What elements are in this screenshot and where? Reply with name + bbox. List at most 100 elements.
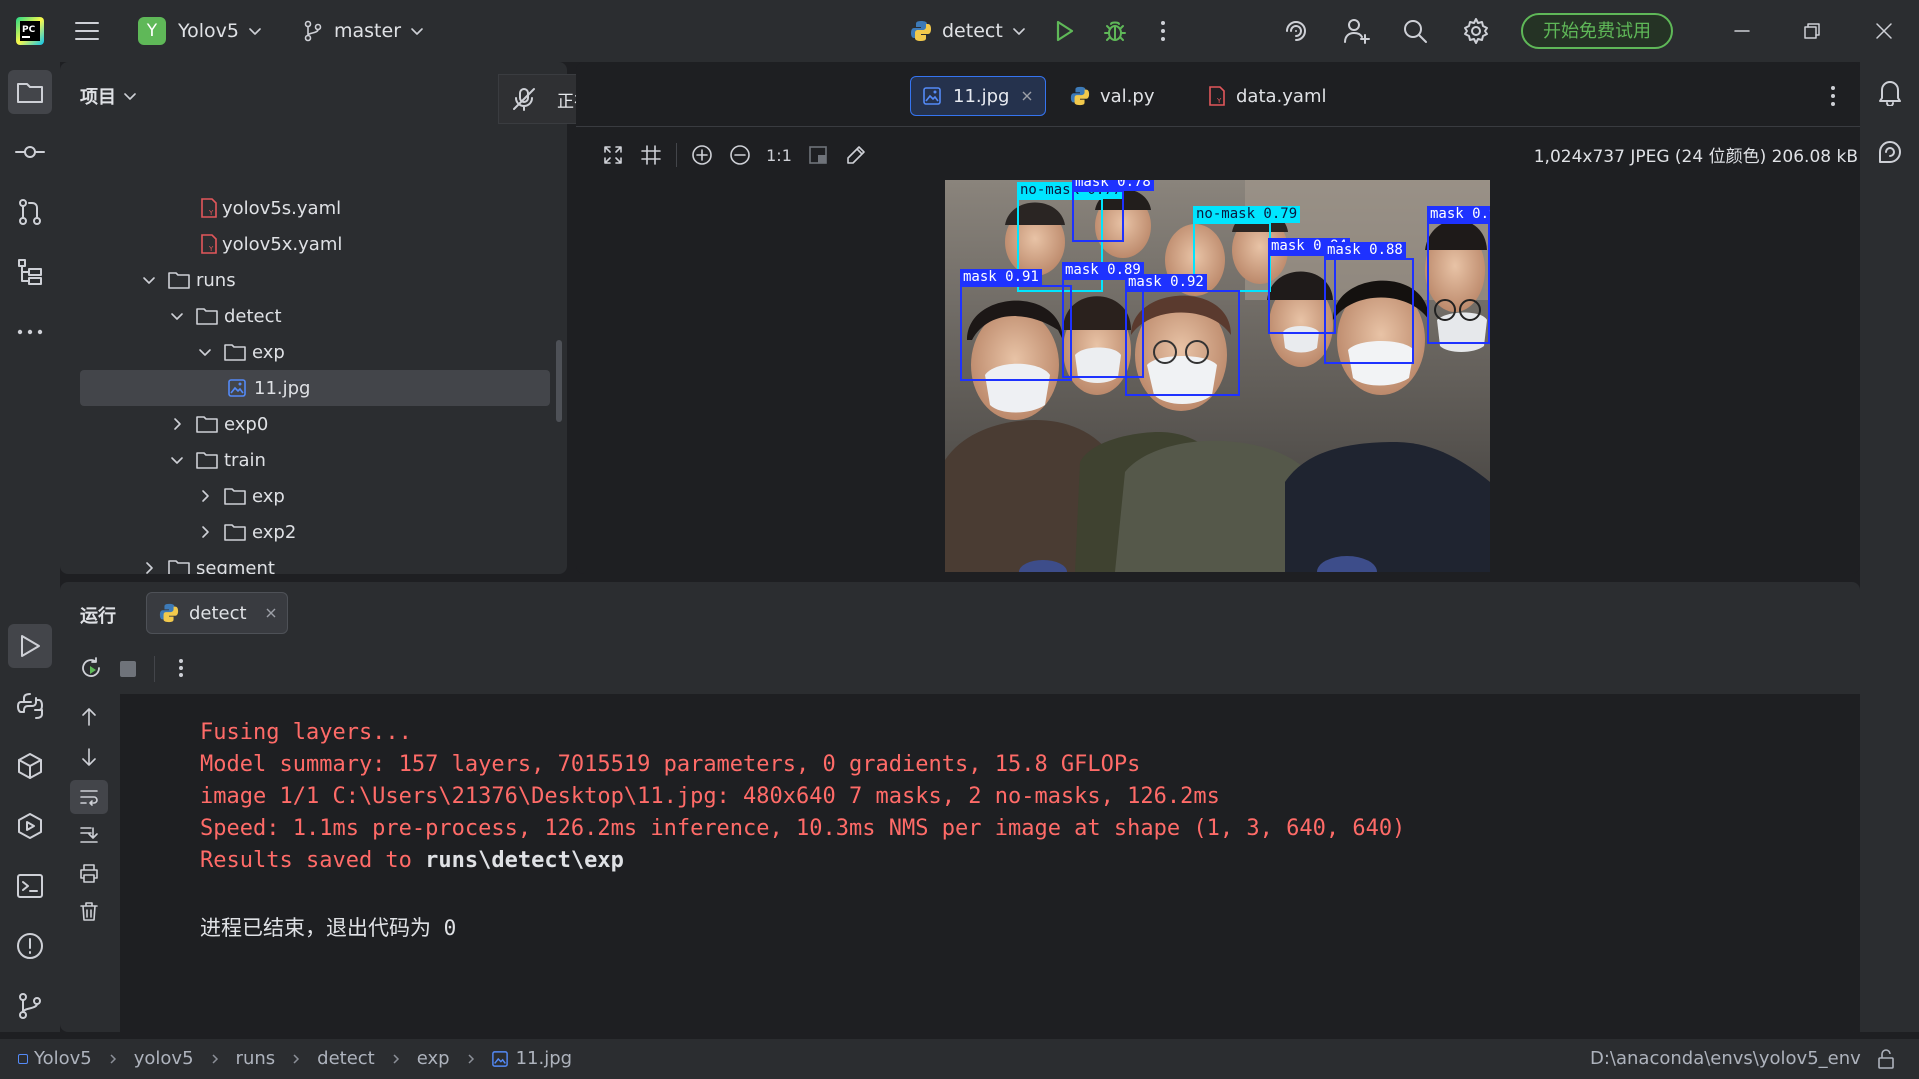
editor-tabs-menu-button[interactable] <box>1828 84 1838 108</box>
background-toggle-button[interactable] <box>799 144 837 166</box>
stop-button[interactable] <box>120 661 136 677</box>
code-with-me-button[interactable] <box>1342 0 1372 62</box>
print-button[interactable] <box>78 862 100 884</box>
tree-item-exp[interactable]: exp <box>60 334 550 370</box>
chevron-right-icon[interactable] <box>196 523 214 541</box>
run-more-button[interactable] <box>176 657 186 679</box>
project-panel: 项目 Yyolov5s.yaml Yyolov5x.yaml runs detect e… <box>60 62 567 574</box>
actual-size-button[interactable]: 1:1 <box>759 146 799 165</box>
problems-tool-button[interactable] <box>8 924 52 968</box>
close-tab-icon[interactable] <box>265 607 277 619</box>
close-tab-icon[interactable] <box>1021 90 1033 102</box>
settings-button[interactable] <box>1462 0 1490 62</box>
commit-tool-button[interactable] <box>8 130 52 174</box>
results-path-link[interactable]: runs\detect\exp <box>425 848 624 873</box>
python-packages-tool-button[interactable] <box>8 744 52 788</box>
breadcrumb-label: 11.jpg <box>515 1048 573 1069</box>
read-only-toggle[interactable] <box>1876 1048 1896 1070</box>
chevron-right-icon[interactable] <box>168 415 186 433</box>
start-trial-label: 开始免费试用 <box>1521 13 1673 49</box>
chevron-right-icon[interactable] <box>196 487 214 505</box>
soft-wrap-button[interactable] <box>70 780 108 814</box>
chevron-right-icon[interactable] <box>140 559 158 574</box>
run-icon <box>21 635 40 657</box>
run-tool-button[interactable] <box>8 624 52 668</box>
chevron-down-icon[interactable] <box>168 307 186 325</box>
grid-toggle-button[interactable] <box>632 144 670 166</box>
scroll-to-end-button[interactable] <box>78 824 100 846</box>
more-tools-button[interactable] <box>8 310 52 354</box>
project-selector[interactable]: Y Yolov5 <box>138 0 263 62</box>
tree-item-exp2[interactable]: exp2 <box>60 514 550 550</box>
ai-assistant-button[interactable] <box>1282 0 1310 62</box>
services-tool-button[interactable] <box>8 804 52 848</box>
pull-requests-tool-button[interactable] <box>8 190 52 234</box>
debug-button[interactable] <box>1102 0 1128 62</box>
rerun-button[interactable] <box>79 656 103 680</box>
notifications-button[interactable] <box>1868 70 1912 114</box>
clear-console-button[interactable] <box>78 900 100 922</box>
restore-icon <box>1804 23 1820 39</box>
minimize-button[interactable] <box>1732 0 1752 62</box>
tree-item-exp0[interactable]: exp0 <box>60 406 550 442</box>
branch-selector[interactable]: master <box>302 0 425 62</box>
close-window-button[interactable] <box>1874 0 1894 62</box>
project-scrollbar[interactable] <box>556 340 562 422</box>
tab-val-py[interactable]: val.py <box>1058 76 1166 116</box>
breadcrumb-item[interactable]: yolov5 <box>134 1048 194 1069</box>
breadcrumb-separator <box>275 1052 317 1066</box>
tree-item-segment[interactable]: segment <box>60 550 550 574</box>
restore-button[interactable] <box>1802 0 1822 62</box>
breadcrumb: Yolov5 yolov5 runs detect exp 11.jpg <box>18 1048 572 1069</box>
color-picker-button[interactable] <box>837 144 875 166</box>
chevron-down-icon[interactable] <box>140 271 158 289</box>
breadcrumb-separator <box>375 1052 417 1066</box>
breadcrumb-item[interactable]: Yolov5 <box>18 1048 92 1069</box>
tab-data-yaml[interactable]: Y data.yaml <box>1196 76 1338 116</box>
tree-item-detect[interactable]: detect <box>60 298 550 334</box>
breadcrumb-item[interactable]: exp <box>417 1048 450 1069</box>
run-button[interactable] <box>1052 0 1076 62</box>
run-tab-detect[interactable]: detect <box>146 592 288 634</box>
ai-chat-button[interactable] <box>1868 130 1912 174</box>
breadcrumb-label: yolov5 <box>133 1048 194 1069</box>
breadcrumb-item[interactable]: 11.jpg <box>491 1048 573 1069</box>
start-trial-button[interactable]: 开始免费试用 <box>1521 0 1673 62</box>
tab-11-jpg[interactable]: 11.jpg <box>910 76 1047 116</box>
more-actions-button[interactable] <box>1158 0 1168 62</box>
structure-tool-button[interactable] <box>8 250 52 294</box>
detection-label: mask 0.91 <box>960 269 1042 286</box>
zoom-in-button[interactable] <box>683 144 721 166</box>
folder-icon <box>196 308 218 325</box>
main-menu-button[interactable] <box>74 0 100 62</box>
tree-item-train[interactable]: train <box>60 442 550 478</box>
search-button[interactable] <box>1402 0 1428 62</box>
yaml-file-icon: Y <box>1209 86 1225 106</box>
tree-item-runs[interactable]: runs <box>60 262 550 298</box>
interpreter-selector[interactable]: D:\anaconda\envs\yolov5_env <box>1590 1048 1861 1069</box>
console-output[interactable]: Fusing layers... Model summary: 157 laye… <box>120 694 1860 1032</box>
tree-item-exp[interactable]: exp <box>60 478 550 514</box>
breadcrumb-item[interactable]: runs <box>236 1048 276 1069</box>
scroll-down-button[interactable] <box>78 746 100 768</box>
python-console-tool-button[interactable] <box>8 684 52 728</box>
project-tool-button[interactable] <box>8 70 52 114</box>
terminal-icon <box>17 874 43 898</box>
run-config-selector[interactable]: detect <box>910 0 1027 62</box>
fit-zoom-button[interactable] <box>594 144 632 166</box>
mic-muted-icon <box>513 88 535 111</box>
folder-icon <box>168 272 190 289</box>
zoom-out-button[interactable] <box>721 144 759 166</box>
git-tool-button[interactable] <box>8 984 52 1028</box>
chevron-down-icon[interactable] <box>168 451 186 469</box>
tree-item-yolov5s-yaml[interactable]: Yyolov5s.yaml <box>60 190 550 226</box>
scroll-up-button[interactable] <box>78 706 100 728</box>
detection-label: mask 0.78 <box>1072 180 1154 191</box>
scroll-to-end-icon <box>80 827 98 843</box>
tree-item-yolov5x-yaml[interactable]: Yyolov5x.yaml <box>60 226 550 262</box>
terminal-tool-button[interactable] <box>8 864 52 908</box>
breadcrumb-item[interactable]: detect <box>317 1048 375 1069</box>
chevron-down-icon[interactable] <box>196 343 214 361</box>
folder-icon <box>224 488 246 505</box>
tree-item-11-jpg[interactable]: 11.jpg <box>80 370 550 406</box>
